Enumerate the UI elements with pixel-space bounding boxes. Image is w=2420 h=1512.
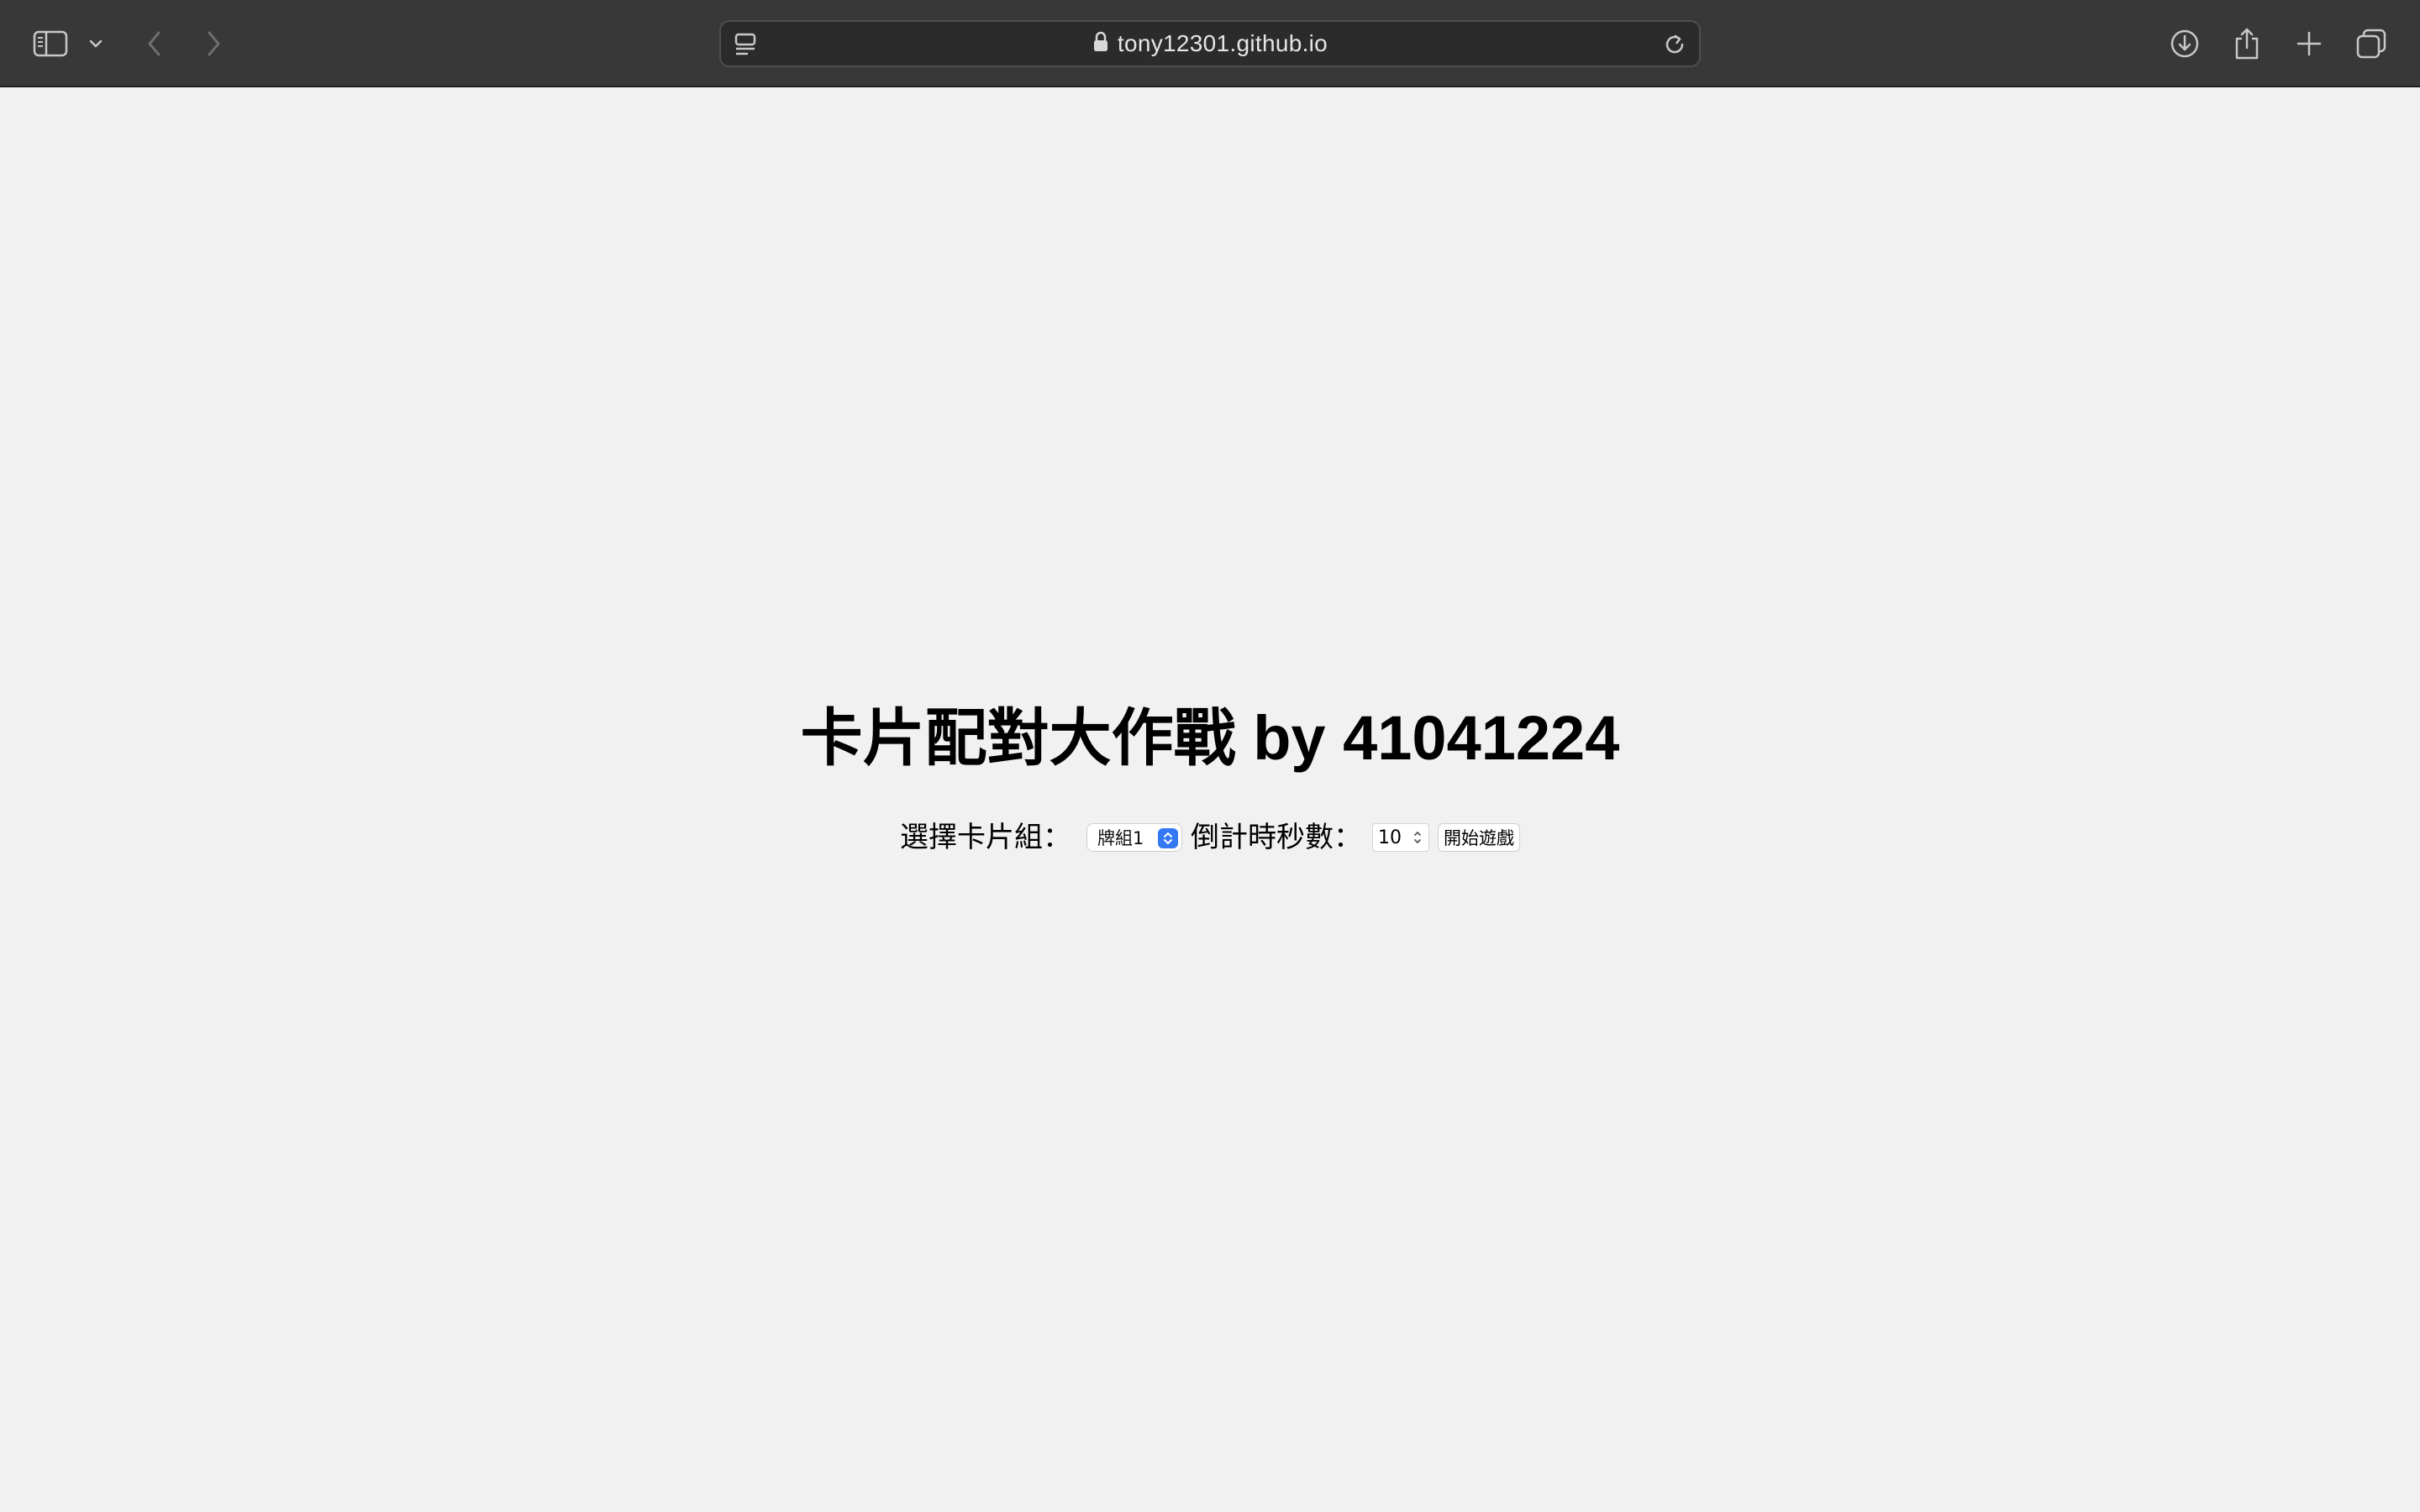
tab-overview-button[interactable]	[2349, 22, 2393, 66]
url-text: tony12301.github.io	[1117, 30, 1328, 56]
tab-groups-dropdown[interactable]	[81, 22, 111, 66]
download-icon	[2169, 28, 2201, 60]
start-game-button[interactable]: 開始遊戲	[1438, 823, 1520, 852]
sidebar-toggle-button[interactable]	[29, 22, 72, 66]
new-tab-button[interactable]	[2287, 22, 2331, 66]
deck-select-value: 牌組1	[1097, 828, 1144, 848]
timer-label: 倒計時秒數：	[1191, 822, 1362, 853]
forward-button[interactable]	[192, 22, 235, 66]
page-content: 卡片配對大作戰 by 41041224 選擇卡片組： 牌組1 倒計時秒數： 10…	[0, 89, 2420, 1512]
chevron-right-icon	[205, 30, 222, 57]
reload-icon[interactable]	[1662, 32, 1687, 57]
stepper-icon[interactable]	[1412, 827, 1423, 848]
chevron-left-icon	[146, 30, 163, 57]
page-title: 卡片配對大作戰 by 41041224	[800, 703, 1620, 773]
sidebar-icon	[33, 30, 68, 57]
lock-icon	[1092, 31, 1109, 56]
address-bar[interactable]: tony12301.github.io	[719, 20, 1701, 67]
plus-icon	[2296, 30, 2323, 57]
share-button[interactable]	[2225, 22, 2269, 66]
share-icon	[2233, 27, 2261, 60]
chevron-down-icon	[88, 39, 103, 49]
downloads-button[interactable]	[2163, 22, 2207, 66]
deck-label: 選擇卡片組：	[900, 822, 1071, 853]
timer-seconds-value: 10	[1378, 827, 1402, 848]
browser-toolbar: tony12301.github.io	[0, 0, 2420, 87]
back-button[interactable]	[133, 22, 176, 66]
tabs-icon	[2355, 28, 2387, 60]
deck-select[interactable]: 牌組1	[1086, 823, 1182, 852]
timer-seconds-input[interactable]: 10	[1372, 823, 1429, 852]
select-arrows-icon	[1158, 828, 1178, 848]
game-controls: 選擇卡片組： 牌組1 倒計時秒數： 10 開始遊戲	[0, 823, 2420, 852]
